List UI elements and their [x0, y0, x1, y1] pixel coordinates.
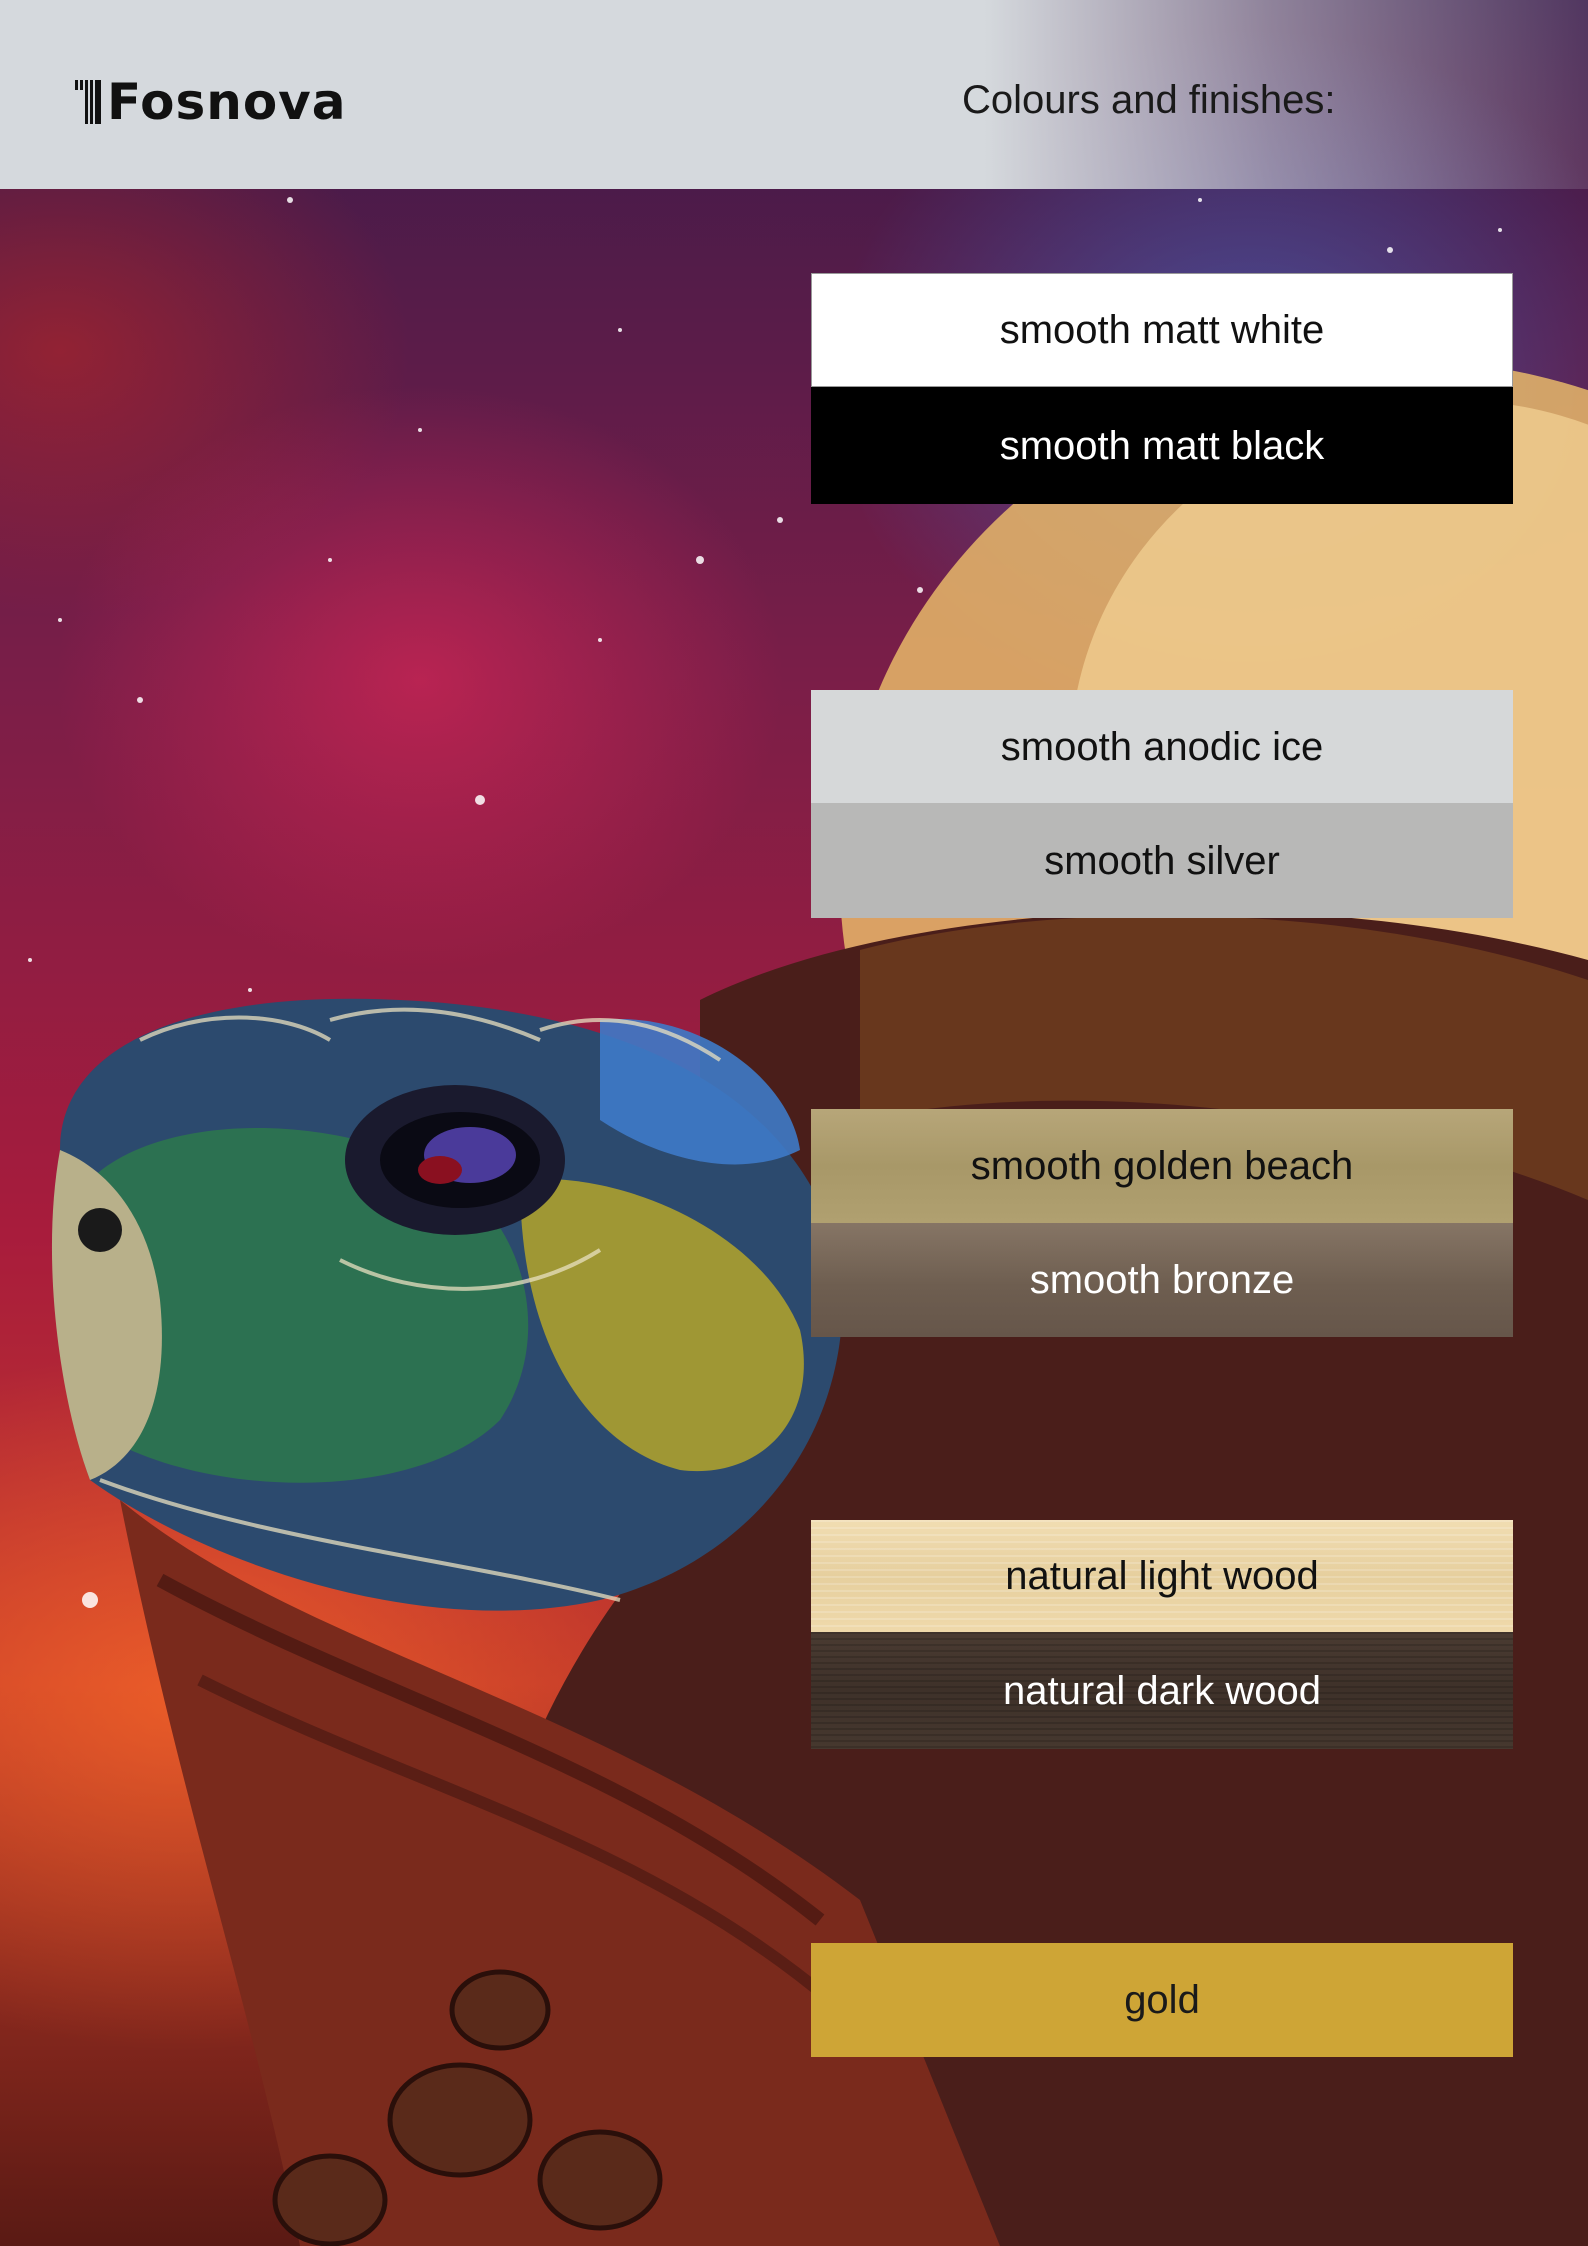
swatch-smooth-matt-white: smooth matt white — [811, 273, 1513, 387]
page-title: Colours and finishes: — [962, 78, 1336, 122]
swatch-smooth-silver: smooth silver — [811, 803, 1513, 918]
swatch-smooth-matt-black: smooth matt black — [811, 387, 1513, 504]
swatch-smooth-golden-beach: smooth golden beach — [811, 1109, 1513, 1223]
brand-name: Fosnova — [107, 73, 347, 131]
swatch-natural-light-wood: natural light wood — [811, 1520, 1513, 1632]
header-bar: Fosnova Colours and finishes: — [0, 0, 1588, 189]
swatch-smooth-bronze: smooth bronze — [811, 1223, 1513, 1337]
logo-bars-icon — [75, 80, 101, 124]
brand-logo: Fosnova — [75, 76, 347, 128]
swatch-natural-dark-wood: natural dark wood — [811, 1632, 1513, 1749]
swatch-smooth-anodic-ice: smooth anodic ice — [811, 690, 1513, 803]
swatch-gold: gold — [811, 1943, 1513, 2057]
